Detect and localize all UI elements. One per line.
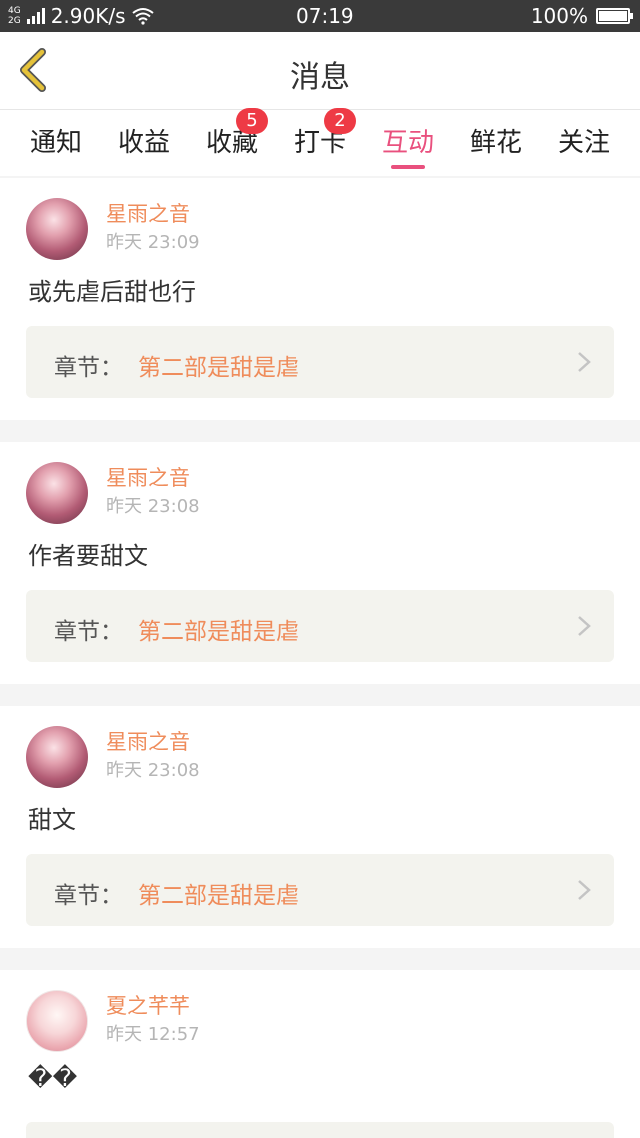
tab-label: 互动	[381, 128, 434, 158]
network-4g-label: 4G	[8, 6, 21, 16]
chapter-label: 章节：	[54, 883, 123, 909]
tab-interaction[interactable]: 互动	[368, 122, 448, 169]
message-time: 昨天 23:08	[106, 496, 200, 517]
message-time: 昨天 23:09	[106, 232, 200, 253]
avatar[interactable]	[26, 726, 88, 788]
tab-label: 通知	[29, 128, 82, 158]
message-card: 星雨之音 昨天 23:08 作者要甜文 章节： 第二部是甜是虐	[0, 442, 640, 684]
status-left: 4G 2G 2.90K/s	[8, 4, 154, 28]
username[interactable]: 星雨之音	[106, 462, 190, 492]
tab-earnings[interactable]: 收益	[104, 122, 184, 159]
message-card: 夏之芊芊 昨天 12:57 ��	[0, 970, 640, 1138]
tab-label: 鲜花	[469, 128, 522, 158]
network-2g-label: 2G	[8, 16, 21, 26]
tab-follow[interactable]: 关注	[544, 122, 624, 159]
chevron-right-icon	[578, 880, 591, 900]
username[interactable]: 夏之芊芊	[106, 990, 190, 1020]
network-speed: 2.90K/s	[50, 4, 126, 28]
message-text: ��	[28, 1064, 78, 1092]
active-tab-indicator	[391, 165, 425, 169]
chevron-right-icon	[578, 352, 591, 372]
network-type: 4G 2G	[8, 6, 21, 26]
chapter-link[interactable]: 章节： 第二部是甜是虐	[26, 326, 614, 398]
avatar[interactable]	[26, 462, 88, 524]
chapter-link[interactable]	[26, 1122, 614, 1138]
battery-percent: 100%	[530, 4, 588, 28]
battery-icon	[596, 8, 633, 24]
status-right: 100%	[530, 4, 633, 28]
checkin-badge: 2	[324, 108, 356, 134]
chapter-link[interactable]: 章节： 第二部是甜是虐	[26, 590, 614, 662]
tab-favorites[interactable]: 收藏 5	[192, 108, 272, 159]
username[interactable]: 星雨之音	[106, 726, 190, 756]
tab-bar: 通知 收益 收藏 5 打卡 2 互动 鲜花 关注	[0, 108, 640, 176]
chapter-name: 第二部是甜是虐	[138, 619, 299, 645]
tab-label: 关注	[557, 128, 610, 158]
favorites-badge: 5	[236, 108, 268, 134]
avatar[interactable]	[26, 990, 88, 1052]
tab-label: 收益	[117, 128, 170, 158]
message-card: 星雨之音 昨天 23:09 或先虐后甜也行 章节： 第二部是甜是虐	[0, 178, 640, 420]
chevron-right-icon	[578, 616, 591, 636]
chapter-name: 第二部是甜是虐	[138, 355, 299, 381]
chapter-label: 章节：	[54, 355, 123, 381]
message-card: 星雨之音 昨天 23:08 甜文 章节： 第二部是甜是虐	[0, 706, 640, 948]
message-text: 或先虐后甜也行	[28, 278, 196, 306]
username[interactable]: 星雨之音	[106, 198, 190, 228]
page-title: 消息	[290, 60, 350, 95]
header: 消息	[0, 32, 640, 110]
chapter-label: 章节：	[54, 619, 123, 645]
tab-checkin[interactable]: 打卡 2	[280, 108, 360, 159]
message-text: 作者要甜文	[28, 542, 148, 570]
status-bar: 4G 2G 2.90K/s 07:19 100%	[0, 0, 640, 32]
chapter-link[interactable]: 章节： 第二部是甜是虐	[26, 854, 614, 926]
signal-icon	[26, 8, 45, 24]
tab-notifications[interactable]: 通知	[16, 122, 96, 159]
message-time: 昨天 12:57	[106, 1024, 200, 1045]
chapter-name: 第二部是甜是虐	[138, 883, 299, 909]
message-time: 昨天 23:08	[106, 760, 200, 781]
tab-flowers[interactable]: 鲜花	[456, 122, 536, 159]
message-text: 甜文	[28, 806, 76, 834]
avatar[interactable]	[26, 198, 88, 260]
status-time: 07:19	[296, 4, 354, 28]
wifi-icon	[131, 8, 154, 25]
